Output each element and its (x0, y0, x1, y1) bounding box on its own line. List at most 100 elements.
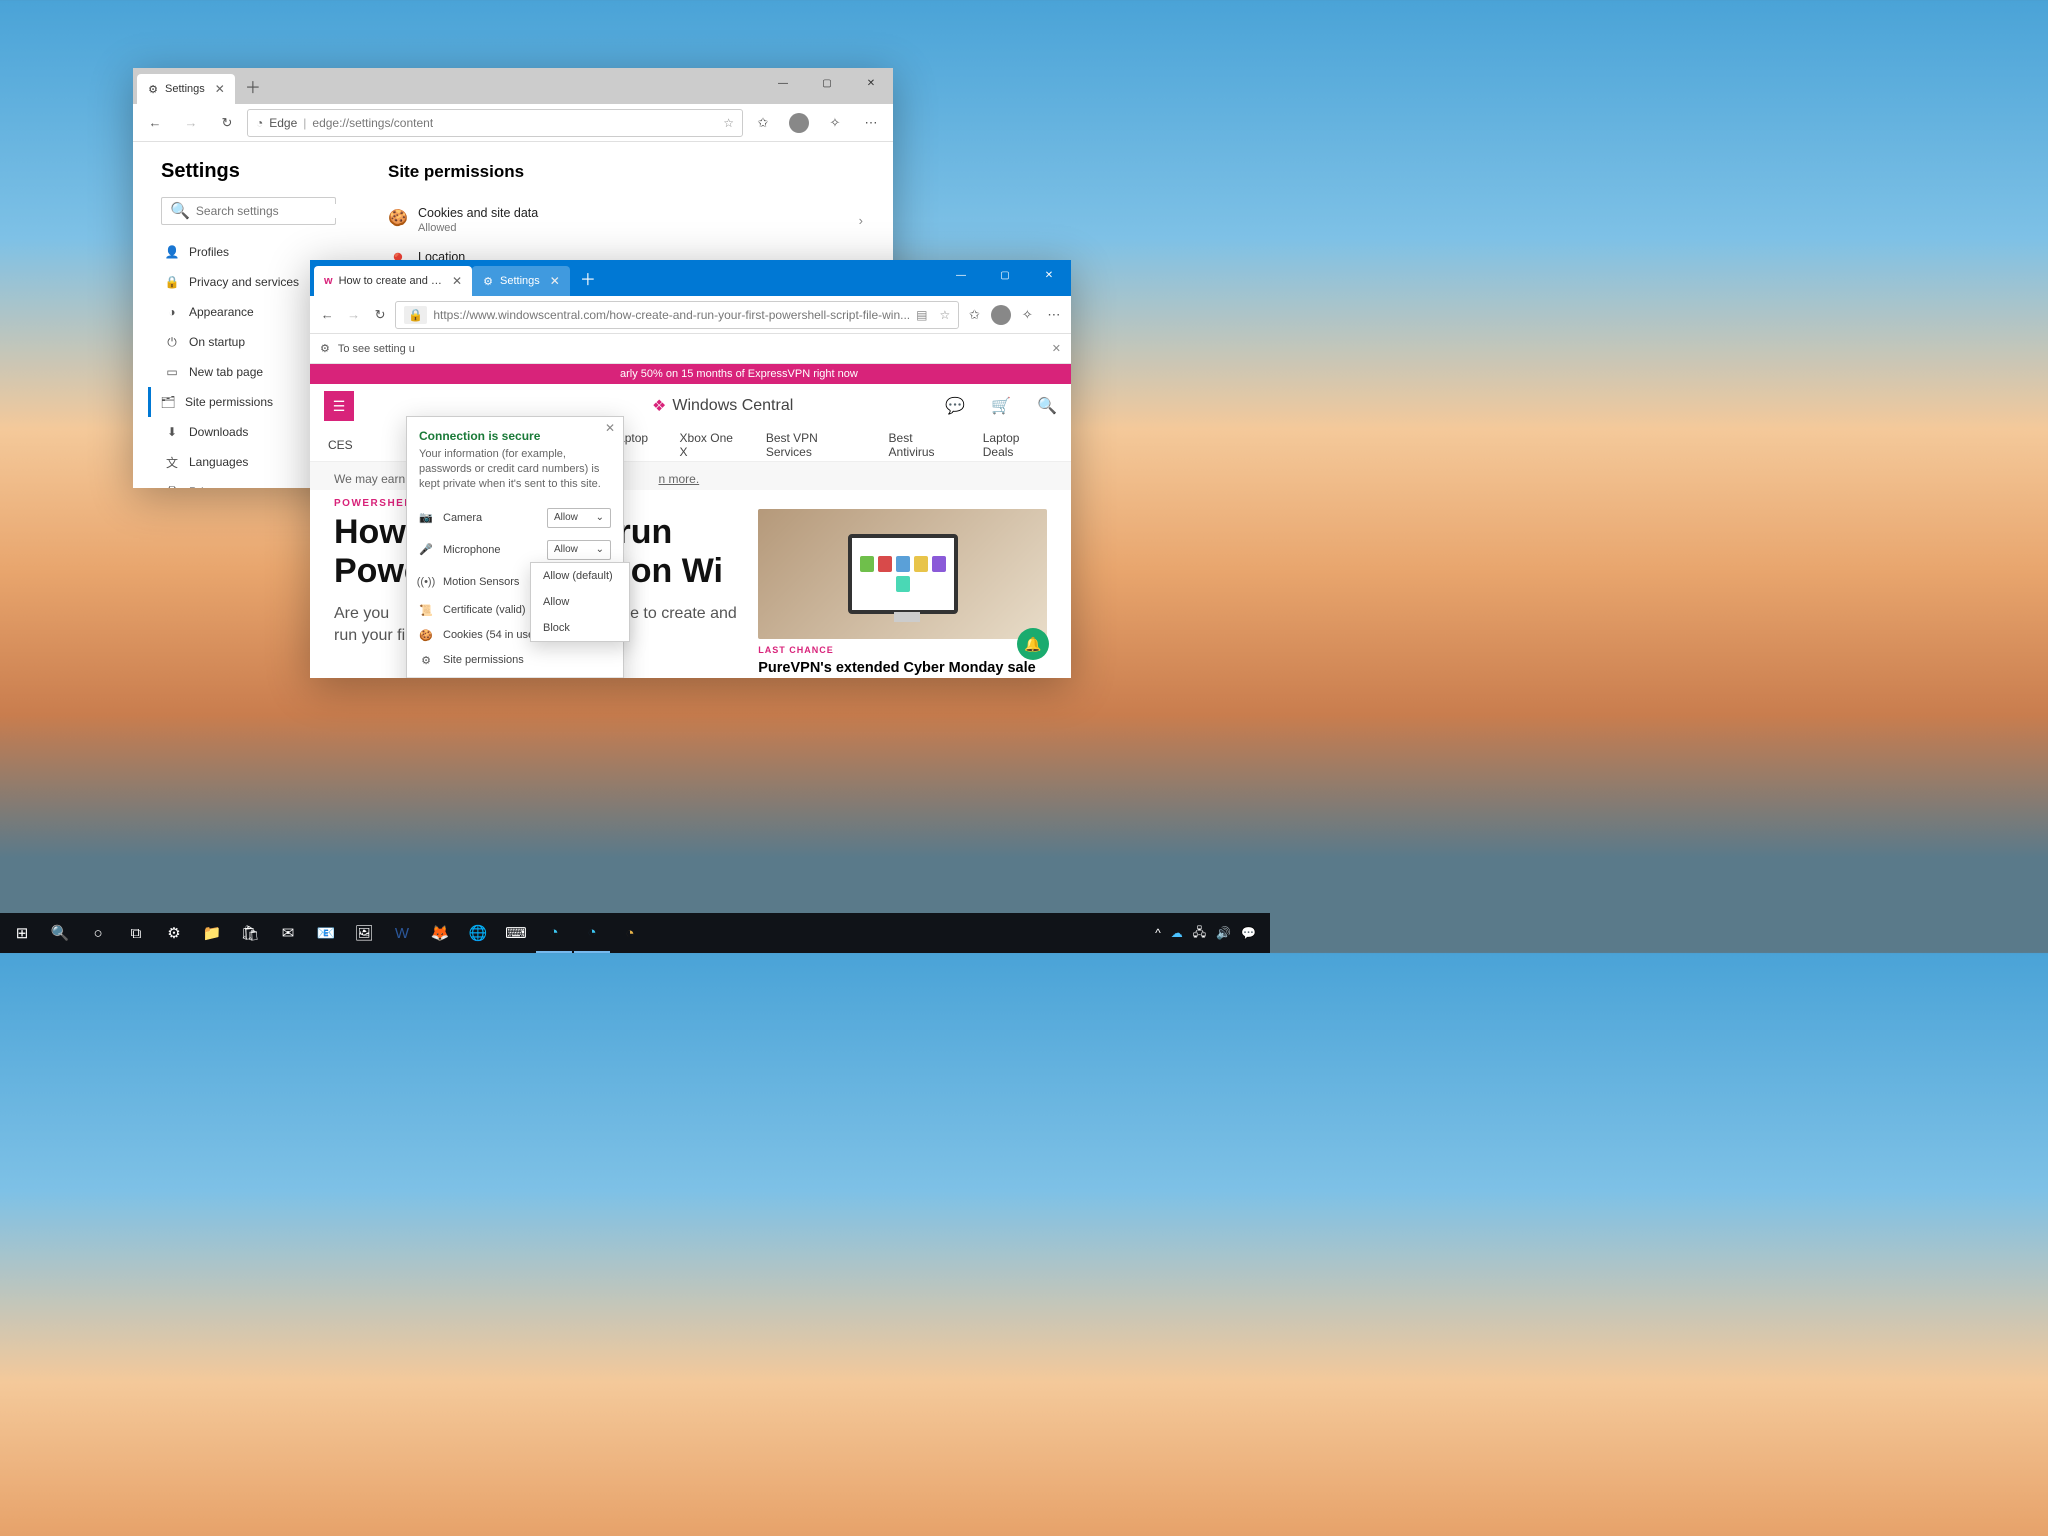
site-permissions-row[interactable]: ⚙ Site permissions (407, 648, 623, 673)
favorite-star-icon[interactable]: ☆ (723, 116, 734, 130)
onedrive-icon[interactable]: ☁ (1171, 926, 1183, 940)
perm-cookies[interactable]: 🍪 Cookies and site dataAllowed › (388, 198, 863, 242)
cart-icon[interactable]: 🛒 (991, 396, 1011, 416)
perm-sub: Allowed (418, 222, 538, 234)
outlook-taskbar[interactable]: 📧 (308, 913, 344, 953)
toolbar: ← → ↻ ◔ Edge | edge://settings/content ☆… (133, 104, 893, 142)
nav-label: New tab page (189, 365, 263, 379)
close-icon[interactable]: ✕ (215, 82, 225, 96)
extensions-button[interactable]: ✧ (819, 107, 851, 139)
chrome-taskbar[interactable]: 🌐 (460, 913, 496, 953)
perm-label: Camera (443, 512, 482, 524)
task-view-button[interactable]: ⧉ (118, 913, 154, 953)
tab-settings[interactable]: ⚙ Settings ✕ (472, 266, 570, 296)
action-center-icon[interactable]: 💬 (1241, 926, 1256, 940)
address-bar[interactable]: 🔒 https://www.windowscentral.com/how-cre… (395, 301, 959, 329)
volume-icon[interactable]: 🔊 (1216, 926, 1231, 940)
mail-taskbar[interactable]: ✉ (270, 913, 306, 953)
close-icon[interactable]: ✕ (605, 421, 615, 435)
tab-article[interactable]: w How to create and run PowerShe... ✕ (314, 266, 472, 296)
profile-avatar[interactable] (990, 299, 1012, 331)
refresh-button[interactable]: ↻ (369, 299, 391, 331)
promo-bar[interactable]: arly 50% on 15 months of ExpressVPN righ… (310, 364, 1071, 384)
learn-more-link[interactable]: n more. (658, 472, 699, 486)
toolbar: ← → ↻ 🔒 https://www.windowscentral.com/h… (310, 296, 1071, 334)
popup-title: Connection is secure (407, 417, 623, 447)
search-settings[interactable]: 🔍 (161, 197, 336, 225)
notification-fab[interactable]: 🔔 (1017, 628, 1049, 660)
camera-select[interactable]: Allow⌄ (547, 508, 611, 528)
tab-settings[interactable]: ⚙ Settings ✕ (137, 74, 235, 104)
maximize-button[interactable]: ▢ (805, 68, 849, 98)
explorer-taskbar[interactable]: 📁 (194, 913, 230, 953)
minimize-button[interactable]: — (939, 260, 983, 290)
more-button[interactable]: ⋯ (855, 107, 887, 139)
nav-link[interactable]: CES (328, 438, 353, 452)
nav-label: Profiles (189, 245, 229, 259)
search-button[interactable]: 🔍 (42, 913, 78, 953)
nav-link[interactable]: Best VPN Services (766, 431, 867, 459)
network-icon[interactable]: 🖧 (1193, 923, 1206, 944)
address-url: https://www.windowscentral.com/how-creat… (433, 308, 910, 322)
word-taskbar[interactable]: W (384, 913, 420, 953)
new-tab-button[interactable]: ＋ (570, 266, 606, 290)
new-tab-button[interactable]: ＋ (235, 74, 271, 98)
maximize-button[interactable]: ▢ (983, 260, 1027, 290)
tab-icon: ▭ (165, 365, 179, 379)
close-icon[interactable]: ✕ (1052, 342, 1061, 355)
extensions-button[interactable]: ✧ (1016, 299, 1038, 331)
favorites-button[interactable]: ✩ (747, 107, 779, 139)
minimize-button[interactable]: — (761, 68, 805, 98)
lock-icon: 🔒 (165, 275, 179, 289)
sidebar-image[interactable] (758, 509, 1047, 639)
close-button[interactable]: ✕ (849, 68, 893, 98)
back-button[interactable]: ← (316, 299, 338, 331)
microphone-select[interactable]: Allow⌄ (547, 540, 611, 560)
back-button[interactable]: ← (139, 107, 171, 139)
search-input[interactable] (196, 204, 351, 218)
close-icon[interactable]: ✕ (550, 274, 560, 288)
firefox-taskbar[interactable]: 🦊 (422, 913, 458, 953)
promo-link[interactable]: arly 50% on 15 months of ExpressVPN righ… (620, 368, 858, 380)
search-icon[interactable]: 🔍 (1037, 396, 1057, 416)
edge-beta-taskbar[interactable]: ◔ (574, 913, 610, 953)
person-icon: 👤 (165, 245, 179, 259)
download-icon: ⬇ (165, 425, 179, 439)
edge-canary-taskbar[interactable]: ◔ (612, 913, 648, 953)
lock-icon[interactable]: 🔒 (404, 306, 427, 324)
cookie-icon: 🍪 (388, 208, 404, 228)
dropdown-option[interactable]: Allow (default) (531, 563, 629, 589)
close-button[interactable]: ✕ (1027, 260, 1071, 290)
forward-button: → (175, 107, 207, 139)
printer-icon: 🖨 (165, 485, 179, 488)
sidebar-title[interactable]: PureVPN's extended Cyber Monday sale net… (758, 659, 1047, 678)
system-tray[interactable]: ^ ☁ 🖧 🔊 💬 (1155, 923, 1266, 944)
more-button[interactable]: ⋯ (1043, 299, 1065, 331)
address-bar[interactable]: ◔ Edge | edge://settings/content ☆ (247, 109, 743, 137)
close-icon[interactable]: ✕ (452, 274, 462, 288)
menu-button[interactable]: ☰ (324, 391, 354, 421)
store-taskbar[interactable]: 🛍 (232, 913, 268, 953)
favorites-button[interactable]: ✩ (963, 299, 985, 331)
nav-link[interactable]: Xbox One X (680, 431, 744, 459)
profile-avatar[interactable] (783, 107, 815, 139)
chat-icon[interactable]: 💬 (945, 396, 965, 416)
tray-chevron-icon[interactable]: ^ (1155, 926, 1161, 940)
dropdown-option[interactable]: Allow (531, 589, 629, 615)
language-icon: 文 (165, 454, 179, 471)
start-button[interactable]: ⊞ (4, 913, 40, 953)
nav-label: On startup (189, 335, 245, 349)
reader-icon[interactable]: ▤ (916, 308, 927, 322)
settings-taskbar[interactable]: ⚙ (156, 913, 192, 953)
nav-link[interactable]: Laptop Deals (983, 431, 1053, 459)
terminal-taskbar[interactable]: ⌨ (498, 913, 534, 953)
nav-link[interactable]: Best Antivirus (889, 431, 961, 459)
edge-taskbar[interactable]: ◔ (536, 913, 572, 953)
cortana-button[interactable]: ○ (80, 913, 116, 953)
site-brand[interactable]: ❖ Windows Central (652, 396, 793, 416)
refresh-button[interactable]: ↻ (211, 107, 243, 139)
photos-taskbar[interactable]: 🖼 (346, 913, 382, 953)
favorite-star-icon[interactable]: ☆ (939, 308, 950, 322)
dropdown-option[interactable]: Block (531, 615, 629, 641)
brand-text: Windows Central (672, 397, 793, 415)
